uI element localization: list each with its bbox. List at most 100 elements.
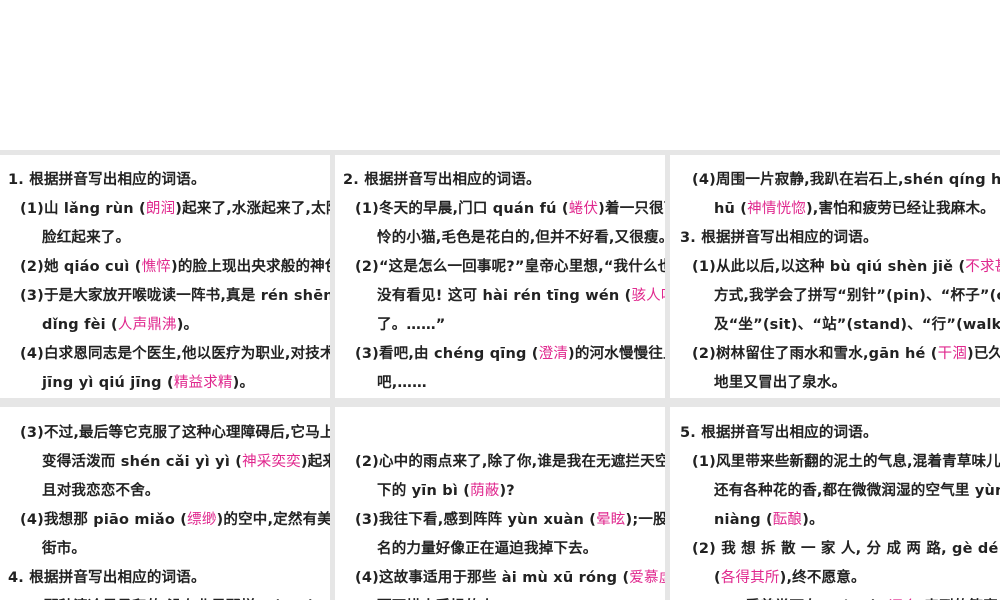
question-heading: 2. 根据拼音写出相应的词语。 bbox=[343, 170, 541, 190]
line-text: (4)这故事适用于那些 ài mù xū róng ( bbox=[355, 570, 630, 586]
line-text: 地里又冒出了泉水。 bbox=[714, 375, 847, 391]
line-text: hū ( bbox=[714, 201, 748, 217]
answer-text: 憔悴 bbox=[141, 259, 172, 275]
line-text: (2) 我 想 拆 散 一 家 人, 分 成 两 路, gè dé qí suǒ bbox=[692, 541, 1000, 557]
question-line: 吧,…… bbox=[377, 373, 427, 393]
answer-text: 缥缈 bbox=[187, 512, 217, 528]
line-text: 还有各种花的香,都在微微润湿的空气里 yùn bbox=[714, 483, 1000, 499]
question-heading: 4. 根据拼音写出相应的词语。 bbox=[8, 568, 206, 588]
question-line: 没有看见! 这可 hài rén tīng wén (骇人听闻) bbox=[377, 286, 665, 306]
question-line: (4)周围一片寂静,我趴在岩石上,shén qíng huǎng bbox=[692, 170, 1000, 190]
line-text: 吧,…… bbox=[377, 375, 427, 391]
question-line: 及“坐”(sit)、“站”(stand)、“行”(walk)这些词。 bbox=[714, 315, 1000, 335]
answer-text: 人声鼎沸 bbox=[117, 317, 177, 333]
answer-text: 荫蔽 bbox=[470, 483, 500, 499]
question-line: (4)我想那 piāo miǎo (缥缈)的空中,定然有美丽的 bbox=[20, 510, 330, 530]
question-line: (4)这故事适用于那些 ài mù xū róng (爱慕虚荣) bbox=[355, 568, 665, 588]
question-line: 下的 yīn bì (荫蔽)? bbox=[377, 481, 515, 501]
panel-q1: 1. 根据拼音写出相应的词语。 (1)山 lǎng rùn (朗润)起来了,水涨起… bbox=[0, 155, 330, 398]
line-text: )已久的 bbox=[967, 346, 1000, 362]
answer-text: 骇人听闻 bbox=[631, 288, 665, 304]
answer-text: 酝酿 bbox=[772, 512, 803, 528]
question-line: (1)山 lǎng rùn (朗润)起来了,水涨起来了,太阳的 bbox=[20, 199, 330, 219]
answer-text: 晕眩 bbox=[596, 512, 626, 528]
panel-q2: 2. 根据拼音写出相应的词语。 (1)冬天的早晨,门口 quán fú (蜷伏)着… bbox=[335, 155, 665, 398]
line-text: 变得活泼而 shén cǎi yì yì ( bbox=[42, 454, 243, 470]
answer-text: 各得其所 bbox=[720, 570, 780, 586]
question-line: 方式,我学会了拼写“别针”(pin)、“杯子”(cup)以 bbox=[714, 286, 1000, 306]
question-line: (2)心中的雨点来了,除了你,谁是我在无遮拦天空 bbox=[355, 452, 665, 472]
line-text: )的河水慢慢往上看 bbox=[568, 346, 665, 362]
line-text: );一股无 bbox=[625, 512, 665, 528]
question-line: (1)冬天的早晨,门口 quán fú (蜷伏)着一只很可 bbox=[355, 199, 665, 219]
answer-text: 朗润 bbox=[145, 201, 176, 217]
line-text: )的空中,定然有美丽的 bbox=[216, 512, 330, 528]
line-text: )着一只很可 bbox=[598, 201, 665, 217]
answer-text: 神情恍惚 bbox=[747, 201, 806, 217]
panel-q3-q4: (3)不过,最后等它克服了这种心理障碍后,它马上变得活泼而 shén cǎi y… bbox=[0, 407, 330, 600]
line-text: ),终不愿意。 bbox=[779, 570, 866, 586]
line-text: dǐng fèi ( bbox=[42, 317, 118, 333]
question-line: dǐng fèi (人声鼎沸)。 bbox=[42, 315, 198, 335]
line-text: 下的 yīn bì ( bbox=[377, 483, 471, 499]
line-text: (1)从此以后,以这种 bù qiú shèn jiě ( bbox=[692, 259, 966, 275]
line-text: 1. 根据拼音写出相应的词语。 bbox=[8, 172, 206, 188]
line-text: 且对我恋恋不舍。 bbox=[42, 483, 160, 499]
line-text: ),害怕和疲劳已经让我麻木。 bbox=[805, 201, 995, 217]
question-line: (3)不过,最后等它克服了这种心理障碍后,它马上 bbox=[20, 423, 330, 443]
line-text: 脸红起来了。 bbox=[42, 230, 131, 246]
line-text: 怜的小猫,毛色是花白的,但并不好看,又很瘦。 bbox=[377, 230, 665, 246]
question-line: hū (神情恍惚),害怕和疲劳已经让我麻木。 bbox=[714, 199, 995, 219]
line-text: )。 bbox=[176, 317, 199, 333]
line-text: (2)她 qiáo cuì ( bbox=[20, 259, 142, 275]
answer-text: 神采奕奕 bbox=[242, 454, 301, 470]
line-text: ( bbox=[714, 570, 721, 586]
question-line: 地里又冒出了泉水。 bbox=[714, 373, 846, 393]
question-line: (2)“这是怎么一回事呢?”皇帝心里想,“我什么也 bbox=[355, 257, 665, 277]
question-heading: 1. 根据拼音写出相应的词语。 bbox=[8, 170, 206, 190]
answer-text: 蜷伏 bbox=[568, 201, 599, 217]
question-heading: 5. 根据拼音写出相应的词语。 bbox=[680, 423, 878, 443]
answer-text: 不求甚解 bbox=[965, 259, 1000, 275]
question-heading: 3. 根据拼音写出相应的词语。 bbox=[680, 228, 878, 248]
line-text: (2)心中的雨点来了,除了你,谁是我在无遮拦天空 bbox=[355, 454, 665, 470]
line-text: 及“坐”(sit)、“站”(stand)、“行”(walk)这些词。 bbox=[714, 317, 1000, 333]
question-line: 名的力量好像正在逼迫我掉下去。 bbox=[377, 539, 598, 559]
question-line: jīng yì qiú jīng (精益求精)。 bbox=[42, 373, 254, 393]
line-text: (4)白求恩同志是个医生,他以医疗为职业,对技术 bbox=[20, 346, 330, 362]
line-text: (1)风里带来些新翻的泥土的气息,混着青草味儿, bbox=[692, 454, 1000, 470]
line-text: 5. 根据拼音写出相应的词语。 bbox=[680, 425, 878, 441]
line-text: )? bbox=[499, 483, 515, 499]
question-line: 还有各种花的香,都在微微润湿的空气里 yùn bbox=[714, 481, 1000, 501]
question-line: niàng (酝酿)。 bbox=[714, 510, 824, 530]
line-text: niàng ( bbox=[714, 512, 773, 528]
answer-text: 精益求精 bbox=[173, 375, 233, 391]
answer-text: 爱慕虚荣 bbox=[629, 570, 665, 586]
question-line: (2) 我 想 拆 散 一 家 人, 分 成 两 路, gè dé qí suǒ bbox=[692, 539, 1000, 559]
line-text: (3)我往下看,感到阵阵 yùn xuàn ( bbox=[355, 512, 597, 528]
line-text: (2)“这是怎么一回事呢?”皇帝心里想,“我什么也 bbox=[355, 259, 665, 275]
line-text: )起来,并 bbox=[300, 454, 330, 470]
question-line: (1)从此以后,以这种 bù qiú shèn jiě (不求甚解)的 bbox=[692, 257, 1000, 277]
line-text: jīng yì qiú jīng ( bbox=[42, 375, 174, 391]
line-text: (1)山 lǎng rùn ( bbox=[20, 201, 146, 217]
line-text: (3)看吧,由 chéng qīng ( bbox=[355, 346, 539, 362]
panel-q4: (2)心中的雨点来了,除了你,谁是我在无遮拦天空下的 yīn bì (荫蔽)? (… bbox=[335, 407, 665, 600]
document-grid: 1. 根据拼音写出相应的词语。 (1)山 lǎng rùn (朗润)起来了,水涨起… bbox=[0, 150, 1000, 600]
question-line: (3)于是大家放开喉咙读一阵书,真是 rén shēng bbox=[20, 286, 330, 306]
line-text: (3)不过,最后等它克服了这种心理障碍后,它马上 bbox=[20, 425, 330, 441]
line-text: 4. 根据拼音写出相应的词语。 bbox=[8, 570, 206, 586]
blank-header-area bbox=[0, 0, 1000, 150]
question-line: (2)树林留住了雨水和雪水,gān hé (干涸)已久的 bbox=[692, 344, 1000, 364]
line-text: 名的力量好像正在逼迫我掉下去。 bbox=[377, 541, 598, 557]
line-text: 2. 根据拼音写出相应的词语。 bbox=[343, 172, 541, 188]
question-line: 了。……” bbox=[377, 315, 446, 335]
question-line: (3)我往下看,感到阵阵 yùn xuàn (晕眩);一股无 bbox=[355, 510, 665, 530]
line-text: 方式,我学会了拼写“别针”(pin)、“杯子”(cup)以 bbox=[714, 288, 1000, 304]
question-line: 且对我恋恋不舍。 bbox=[42, 481, 160, 501]
line-text: (4)周围一片寂静,我趴在岩石上,shén qíng huǎng bbox=[692, 172, 1000, 188]
panel-q5: 5. 根据拼音写出相应的词语。 (1)风里带来些新翻的泥土的气息,混着青草味儿, 还… bbox=[670, 407, 1000, 600]
line-text: )。 bbox=[802, 512, 824, 528]
question-line: (各得其所),终不愿意。 bbox=[714, 568, 866, 588]
line-text: 街市。 bbox=[42, 541, 87, 557]
